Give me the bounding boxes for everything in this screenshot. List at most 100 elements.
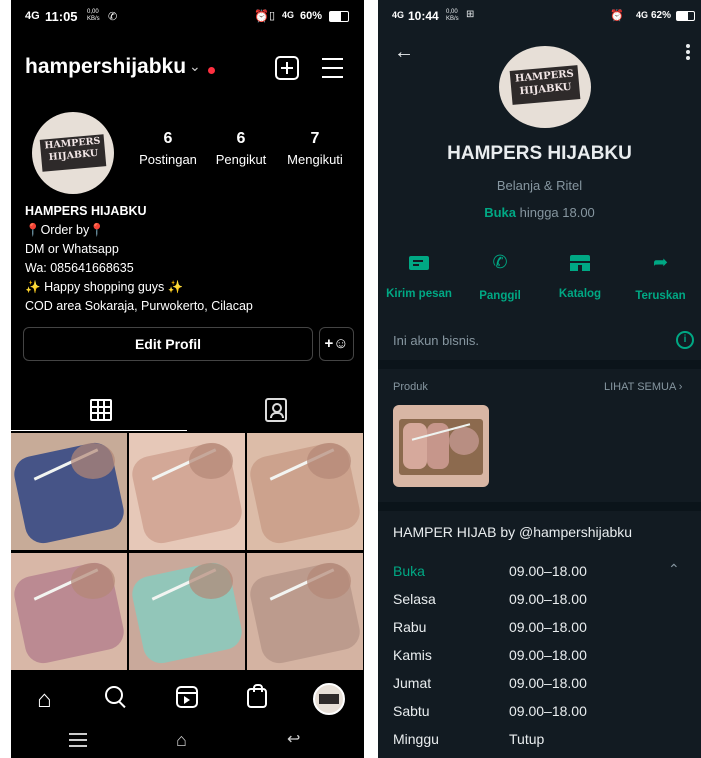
back-arrow-icon[interactable]: ← — [394, 41, 414, 64]
business-category: Belanja & Ritel — [496, 178, 583, 193]
bio-greeting-text: Happy shopping guys — [44, 280, 165, 294]
post-thumbnail[interactable] — [11, 433, 127, 550]
send-message-action[interactable]: Kirim pesan — [378, 252, 460, 300]
post-thumbnail[interactable] — [247, 553, 363, 670]
forward-icon: ➦ — [652, 252, 669, 272]
status-battery-percent: 60% — [300, 10, 323, 22]
chevron-up-icon[interactable]: ⌃ — [668, 561, 680, 578]
profile-avatar[interactable]: HAMPERS HIJABKU — [32, 112, 114, 194]
status-data-rate: 0,00 KB/s — [87, 9, 100, 22]
info-icon[interactable]: i — [676, 331, 694, 349]
hours-row: Minggu Tutup — [393, 731, 653, 747]
business-actions: Kirim pesan ✆ Panggil Katalog ➦ Teruskan — [378, 252, 701, 312]
hours-day: Jumat — [393, 675, 432, 691]
tagged-tab-icon[interactable] — [265, 398, 287, 422]
alarm-icon: ⏰ — [254, 9, 269, 23]
active-tab-indicator — [11, 430, 187, 431]
bio-line-contact: DM or Whatsapp — [25, 242, 119, 256]
hours-time: 09.00–18.00 — [509, 703, 587, 719]
profile-tab-avatar[interactable] — [313, 683, 345, 715]
reels-icon[interactable] — [176, 686, 198, 708]
followers-count[interactable]: 6 Pengikut — [209, 130, 273, 167]
status-signal: 4G — [282, 10, 295, 20]
system-navigation-bar: ⌂ ↩ — [11, 724, 364, 758]
posts-count[interactable]: 6 Postingan — [133, 130, 203, 167]
add-person-icon[interactable]: +☺ — [319, 327, 354, 361]
bio-line-area: COD area Sokaraja, Purwokerto, Cilacap — [25, 299, 253, 313]
new-post-icon[interactable] — [275, 56, 299, 80]
business-name: HAMPERS HIJABKU — [447, 143, 632, 164]
hours-day: Selasa — [393, 591, 436, 607]
status-signal: 4G — [636, 10, 649, 20]
edit-profile-button[interactable]: Edit Profil — [23, 327, 313, 361]
hours-day: Minggu — [393, 731, 439, 747]
bio-name: HAMPERS HIJABKU — [25, 204, 147, 218]
hours-time: Tutup — [509, 731, 545, 747]
menu-icon[interactable] — [322, 58, 343, 78]
post-thumbnail[interactable] — [129, 433, 245, 550]
status-time: 11:05 — [45, 9, 78, 24]
catalog-action[interactable]: Katalog — [540, 252, 620, 300]
post-thumbnail[interactable] — [11, 553, 127, 670]
shop-icon[interactable] — [247, 684, 267, 708]
profile-username[interactable]: hampershijabku — [25, 55, 186, 79]
product-thumbnail[interactable] — [393, 405, 489, 487]
hours-time: 09.00–18.00 — [509, 675, 587, 691]
section-divider — [378, 360, 701, 369]
section-divider — [378, 502, 701, 511]
whatsapp-notification-icon: ✆ — [108, 11, 118, 23]
grid-tab-icon[interactable] — [90, 399, 112, 421]
more-options-icon[interactable] — [686, 44, 690, 60]
chevron-down-icon[interactable]: ⌄ — [189, 58, 201, 75]
hours-day: Kamis — [393, 647, 432, 663]
business-avatar[interactable]: HAMPERS HIJABKU — [499, 46, 591, 128]
following-count-label: Mengikuti — [287, 152, 343, 167]
see-all-label: LIHAT SEMUA — [604, 381, 676, 393]
search-icon[interactable] — [105, 686, 126, 709]
following-count-value: 7 — [310, 130, 320, 147]
open-until-text: hingga 18.00 — [519, 205, 595, 220]
see-all-products-link[interactable]: LIHAT SEMUA › — [604, 381, 682, 393]
store-icon — [570, 255, 590, 271]
bio-order-text: Order by — [40, 223, 90, 237]
profile-bio: HAMPERS HIJABKU 📍Order by📍 DM or Whatsap… — [25, 202, 355, 316]
hours-row: Kamis 09.00–18.00 — [393, 647, 653, 663]
hours-row: Selasa 09.00–18.00 — [393, 591, 653, 607]
recent-apps-icon[interactable] — [69, 733, 87, 747]
post-thumbnail[interactable] — [247, 433, 363, 550]
post-thumbnail[interactable] — [129, 553, 245, 670]
forward-action[interactable]: ➦ Teruskan — [620, 252, 701, 302]
back-system-icon[interactable]: ↩ — [287, 729, 300, 749]
forward-label: Teruskan — [635, 290, 686, 302]
following-count[interactable]: 7 Mengikuti — [281, 130, 349, 167]
status-data-rate: 0,00 KB/s — [446, 9, 459, 22]
call-action[interactable]: ✆ Panggil — [460, 252, 540, 302]
posts-count-value: 6 — [163, 130, 173, 147]
home-system-icon[interactable]: ⌂ — [176, 730, 187, 751]
hours-row: Rabu 09.00–18.00 — [393, 619, 653, 635]
business-description: HAMPER HIJAB by @hampershijabku — [393, 524, 633, 540]
hours-time: 09.00–18.00 — [509, 563, 587, 579]
hours-time: 09.00–18.00 — [509, 647, 587, 663]
status-battery-percent: 62% — [651, 10, 672, 21]
sparkles-icon: ✨ — [167, 280, 184, 294]
status-network: 4G — [25, 10, 40, 22]
message-icon — [409, 256, 429, 270]
call-label: Panggil — [479, 290, 521, 302]
followers-count-label: Pengikut — [215, 152, 267, 167]
followers-count-value: 6 — [236, 130, 246, 147]
whatsapp-business-screen: 4G 10:44 0,00 KB/s ⊞ ⏰ 4G 62% ← HAMPERS … — [378, 0, 701, 758]
hours-day: Sabtu — [393, 703, 430, 719]
alarm-icon: ⏰ — [610, 10, 624, 22]
home-icon[interactable]: ⌂ — [37, 686, 52, 714]
catalog-label: Katalog — [558, 288, 602, 300]
battery-icon — [676, 11, 695, 21]
chevron-right-icon: › — [678, 381, 683, 393]
products-heading: Produk — [393, 381, 428, 393]
hours-row: Jumat 09.00–18.00 — [393, 675, 653, 691]
hours-time: 09.00–18.00 — [509, 619, 587, 635]
notification-dot — [208, 67, 215, 74]
bio-line-phone[interactable]: Wa: 085641668635 — [25, 259, 355, 278]
business-account-note: Ini akun bisnis. — [393, 333, 479, 348]
vibrate-icon: ▯ — [269, 10, 276, 22]
